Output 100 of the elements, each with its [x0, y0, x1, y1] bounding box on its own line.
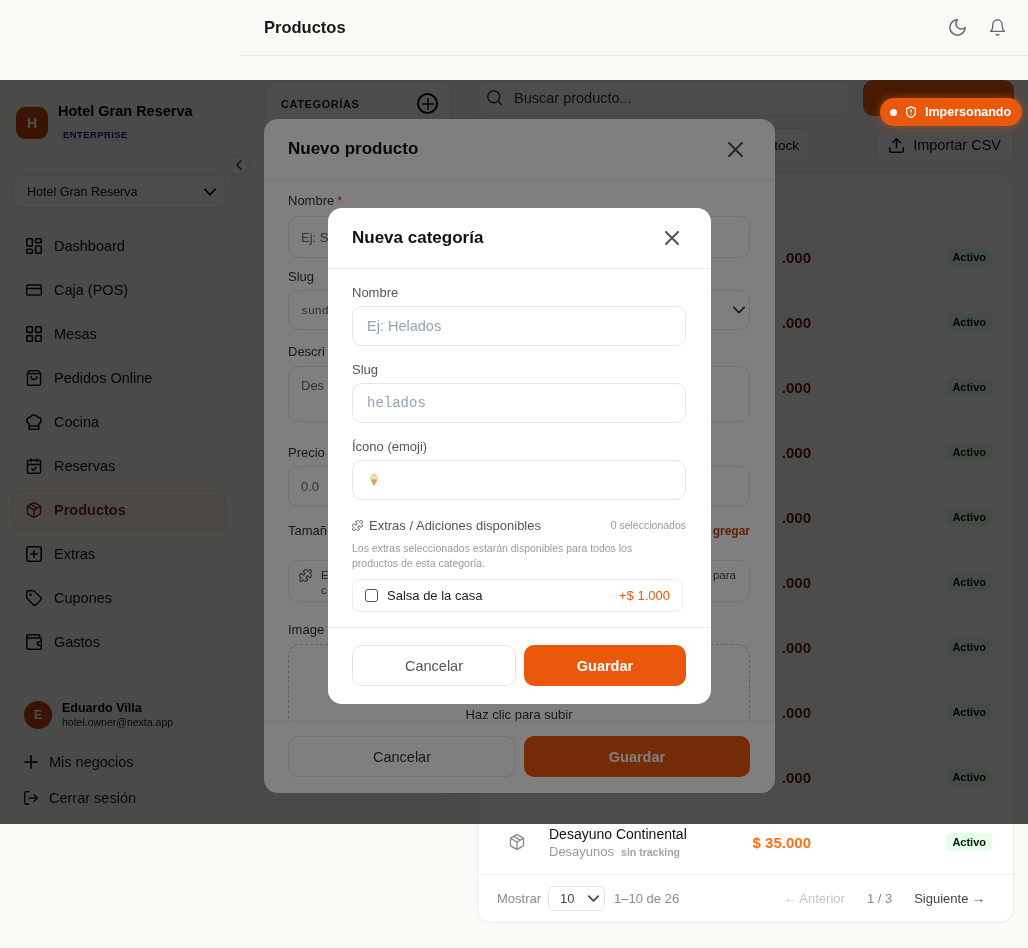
option-label: Salsa de la casa [387, 588, 483, 603]
tracking-label: sin tracking [621, 845, 680, 860]
nav-item[interactable]: Extras [12, 534, 226, 574]
sidebar-link[interactable]: Cerrar sesión [0, 788, 137, 808]
nav-item[interactable]: Reservas [12, 446, 226, 486]
grid-icon [26, 326, 42, 342]
status-badge: Activo [946, 443, 992, 461]
import-button[interactable]: Importar CSV [875, 128, 1014, 162]
business-name: Hotel Gran Reserva [58, 103, 193, 119]
box-icon [509, 834, 525, 850]
panel-title: CATEGORÍAS [281, 97, 360, 110]
save-button[interactable]: Guardar [524, 645, 686, 686]
status-badge: Activo [946, 313, 992, 331]
nav-item[interactable]: Gastos [12, 622, 226, 662]
field-label: Slug [288, 270, 315, 284]
bell-icon[interactable] [989, 19, 1006, 36]
layout-icon [26, 238, 42, 254]
page-size-select[interactable]: 10 [548, 886, 606, 911]
add-link[interactable]: gregar [712, 524, 750, 538]
page-indicator: 1 / 3 [866, 891, 893, 906]
product-name: Desayuno Continental [549, 825, 688, 843]
status-badge: Activo [946, 573, 992, 591]
chevron-down-icon [733, 304, 745, 316]
selection-count: 0 seleccionados [610, 519, 686, 531]
help-text: Los extras seleccionados estarán disponibles para todos los productos de esta categoría. [352, 541, 634, 571]
input-field[interactable]: Ej: Helados [352, 306, 686, 346]
moon-icon[interactable] [949, 19, 966, 36]
upload-icon [889, 137, 905, 153]
modal-title: Nuevo producto [288, 139, 419, 159]
close-icon[interactable] [728, 141, 743, 157]
ice-cream-icon [369, 473, 379, 487]
nav-item[interactable]: Dashboard [12, 226, 226, 266]
required-mark: * [337, 194, 343, 208]
product-price: .000 [781, 313, 811, 331]
product-price: .000 [781, 248, 811, 266]
field-label: Nombre [352, 285, 400, 301]
product-price: .000 [781, 638, 811, 656]
page-size-label: Mostrar [497, 891, 542, 906]
card-icon [26, 282, 42, 298]
status-badge: Activo [946, 378, 992, 396]
user-name: Eduardo Villa [62, 701, 143, 715]
field-label: Nombre [288, 194, 335, 208]
nav-item[interactable]: Mesas [12, 314, 226, 354]
product-price: .000 [781, 378, 811, 396]
shield-icon [905, 106, 917, 118]
save-button[interactable]: Guardar [524, 736, 750, 777]
cancel-button[interactable]: Cancelar [352, 645, 516, 686]
nav-item[interactable]: Cupones [12, 578, 226, 618]
status-badge: Activo [946, 703, 992, 721]
business-select[interactable]: Hotel Gran Reserva [12, 175, 226, 208]
input-field[interactable] [352, 460, 686, 500]
nav-item[interactable]: Productos [12, 490, 226, 530]
box-icon [26, 502, 42, 518]
plus-icon [24, 755, 38, 769]
field-label: Precio [288, 446, 325, 460]
chef-hat-icon [26, 414, 42, 430]
user-email: hotel.owner@nexta.app [62, 715, 174, 729]
note-text: para [712, 568, 736, 583]
plus-icon [421, 97, 434, 110]
field-label: Descri [288, 345, 325, 359]
cancel-button[interactable]: Cancelar [288, 736, 516, 777]
user-avatar: E [24, 701, 52, 729]
nav-item[interactable]: Pedidos Online [12, 358, 226, 398]
extra-option[interactable]: Salsa de la casa +$ 1.000 [352, 579, 683, 612]
wallet-icon [26, 634, 42, 650]
field-label: Ícono (emoji) [352, 439, 429, 455]
puzzle-icon [299, 569, 312, 582]
search-field[interactable]: Buscar producto... [477, 80, 850, 116]
sidebar-link[interactable]: Mis negocios [0, 752, 134, 772]
modal-title: Nueva categoría [352, 228, 484, 248]
badge-label: Impersonando [925, 105, 1012, 119]
close-icon[interactable] [665, 231, 679, 245]
product-category: Desayunos [549, 843, 615, 860]
section-title: Extras / Adiciones disponibles [369, 517, 541, 533]
note-text: E c [321, 568, 329, 598]
next-button[interactable]: Siguiente → [914, 891, 985, 906]
nav-item[interactable]: Cocina [12, 402, 226, 442]
product-price: .000 [781, 573, 811, 591]
chevron-down-icon [588, 893, 600, 904]
input-field[interactable]: helados [352, 383, 686, 423]
status-badge: Activo [946, 638, 992, 656]
calendar-check-icon [26, 458, 42, 474]
product-price: .000 [781, 768, 811, 786]
chevron-left-icon [236, 160, 242, 170]
product-price: .000 [781, 443, 811, 461]
nav-item[interactable]: Caja (POS) [12, 270, 226, 310]
checkbox[interactable] [365, 589, 378, 602]
page-title: Productos [264, 18, 346, 37]
upload-hint: Haz clic para subir [465, 707, 573, 721]
status-badge: Activo [946, 833, 992, 851]
status-badge: Activo [946, 248, 992, 266]
status-dot-icon [890, 108, 897, 116]
bag-icon [26, 370, 42, 386]
field-label: Image [288, 623, 325, 637]
tag-icon [26, 590, 42, 606]
plus-square-icon [26, 546, 42, 562]
search-icon [487, 90, 502, 105]
product-price: $ 35.000 [752, 833, 811, 851]
option-price: +$ 1.000 [619, 588, 670, 603]
logout-icon [24, 791, 38, 805]
